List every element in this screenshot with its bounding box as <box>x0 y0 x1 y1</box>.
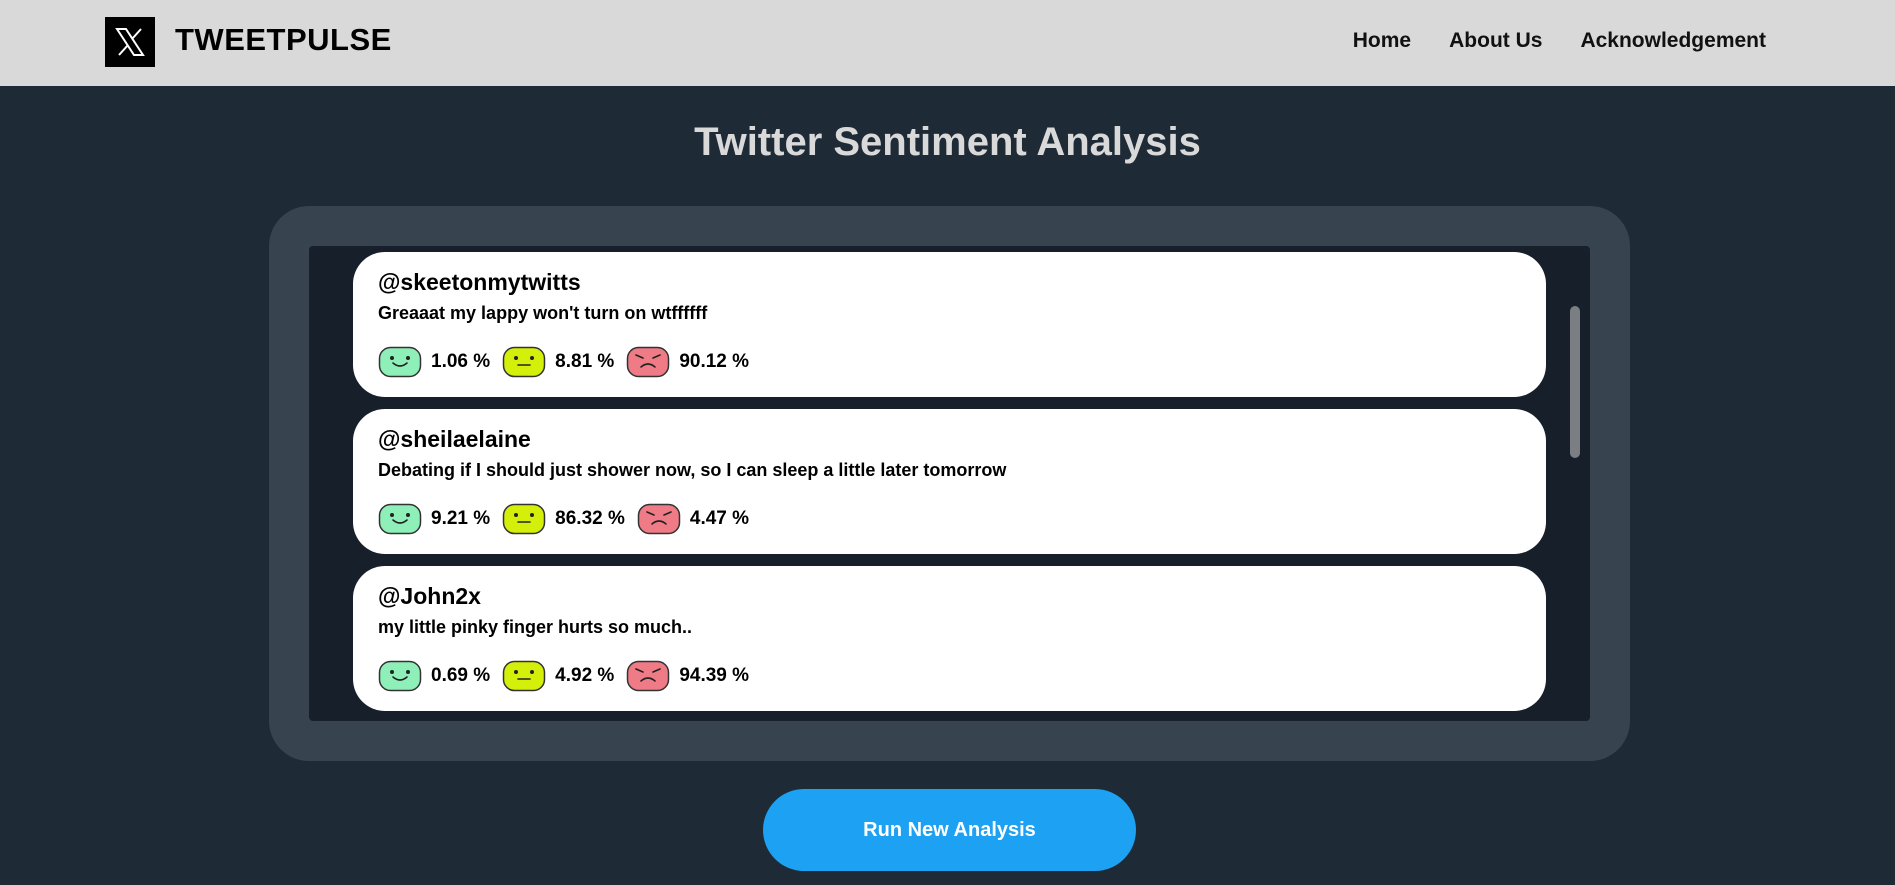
positive-score: 1.06 % <box>378 346 490 378</box>
neutral-percent: 86.32 % <box>555 508 625 529</box>
top-navbar: TWEETPULSE Home About Us Acknowledgement <box>0 0 1895 86</box>
neutral-percent: 4.92 % <box>555 665 615 686</box>
positive-percent: 9.21 % <box>431 508 491 529</box>
run-new-analysis-button[interactable]: Run New Analysis <box>763 789 1136 871</box>
tweet-username: @John2x <box>378 583 481 609</box>
page-title: Twitter Sentiment Analysis <box>694 120 1201 164</box>
tweet-username: @skeetonmytwitts <box>378 269 581 295</box>
brand-name: TWEETPULSE <box>175 22 392 57</box>
neutral-score: 4.92 % <box>502 660 614 692</box>
sentiment-scores: 0.69 % 4.92 % 94.39 % <box>378 660 761 692</box>
angry-face-icon <box>627 660 670 692</box>
positive-percent: 1.06 % <box>431 351 491 372</box>
happy-face-icon <box>378 660 422 692</box>
tweet-card: @skeetonmytwitts Greaaat my lappy won't … <box>353 252 1546 397</box>
angry-face-icon <box>627 346 670 378</box>
tweet-list[interactable]: @skeetonmytwitts Greaaat my lappy won't … <box>309 246 1590 721</box>
neutral-face-icon <box>502 660 546 692</box>
neutral-score: 8.81 % <box>502 346 614 378</box>
tweet-card: @John2x my little pinky finger hurts so … <box>353 566 1546 711</box>
tweet-text: Debating if I should just shower now, so… <box>378 460 1007 480</box>
nav-links: Home About Us Acknowledgement <box>1353 29 1766 53</box>
tweet-text: my little pinky finger hurts so much.. <box>378 617 693 637</box>
tweet-username: @sheilaelaine <box>378 426 531 452</box>
neutral-score: 86.32 % <box>502 503 625 535</box>
tweet-text: Greaaat my lappy won't turn on wtffffff <box>378 303 708 323</box>
neutral-face-icon <box>502 503 546 535</box>
happy-face-icon <box>378 346 422 378</box>
positive-percent: 0.69 % <box>431 665 491 686</box>
positive-score: 9.21 % <box>378 503 490 535</box>
negative-score: 90.12 % <box>626 346 749 378</box>
nav-acknowledgement-link[interactable]: Acknowledgement <box>1580 29 1766 53</box>
negative-percent: 94.39 % <box>679 665 750 686</box>
negative-percent: 4.47 % <box>689 508 750 529</box>
nav-home-link[interactable]: Home <box>1353 29 1411 53</box>
sentiment-scores: 1.06 % 8.81 % 90.12 % <box>378 346 761 378</box>
neutral-percent: 8.81 % <box>555 351 615 372</box>
nav-about-link[interactable]: About Us <box>1449 29 1542 53</box>
results-panel: @skeetonmytwitts Greaaat my lappy won't … <box>269 206 1630 761</box>
tweet-card: @sheilaelaine Debating if I should just … <box>353 409 1546 554</box>
happy-face-icon <box>378 503 422 535</box>
positive-score: 0.69 % <box>378 660 490 692</box>
sentiment-scores: 9.21 % 86.32 % 4.47 % <box>378 503 761 535</box>
negative-score: 94.39 % <box>626 660 749 692</box>
x-logo-icon[interactable] <box>105 17 155 67</box>
scrollbar-thumb[interactable] <box>1570 306 1580 458</box>
negative-score: 4.47 % <box>637 503 749 535</box>
negative-percent: 90.12 % <box>679 351 750 372</box>
angry-face-icon <box>637 503 681 535</box>
neutral-face-icon <box>502 346 546 378</box>
